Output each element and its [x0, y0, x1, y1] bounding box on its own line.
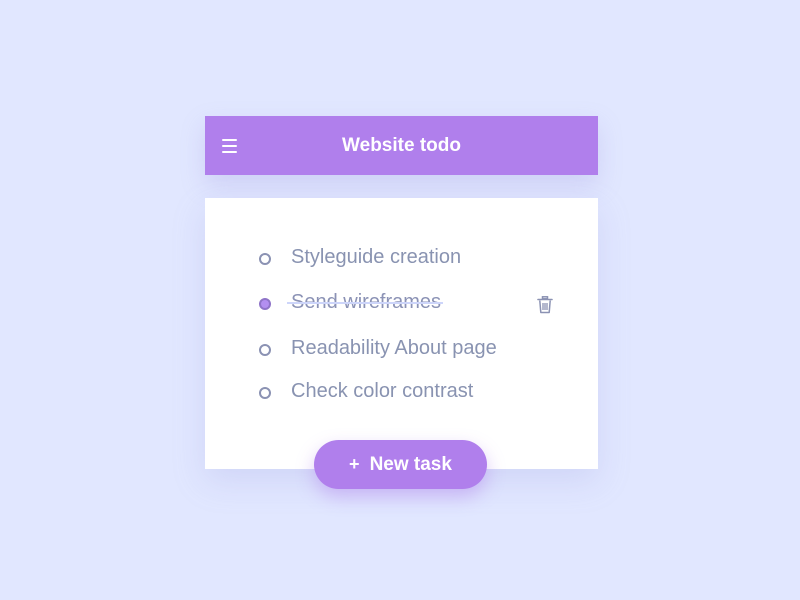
plus-icon: + — [349, 454, 360, 474]
list-item: Check color contrast — [205, 378, 598, 408]
task-label: Readability About page — [291, 337, 497, 359]
task-checkbox-checked[interactable] — [259, 298, 271, 310]
task-checkbox[interactable] — [259, 344, 271, 356]
task-label: Styleguide creation — [291, 246, 462, 268]
list-item: Styleguide creation — [205, 244, 598, 274]
task-list-card: Styleguide creation Send wireframes Read… — [205, 198, 598, 469]
trash-icon[interactable] — [537, 296, 553, 314]
task-checkbox[interactable] — [259, 387, 271, 399]
strikethrough-line — [287, 302, 443, 304]
new-task-label: New task — [369, 454, 452, 475]
task-label: Check color contrast — [291, 380, 474, 402]
page-title: Website todo — [342, 135, 461, 156]
new-task-button[interactable]: + New task — [314, 440, 487, 489]
app-stage: Website todo Styleguide creation Send wi… — [0, 0, 800, 600]
task-checkbox[interactable] — [259, 253, 271, 265]
list-item: Readability About page — [205, 335, 598, 365]
